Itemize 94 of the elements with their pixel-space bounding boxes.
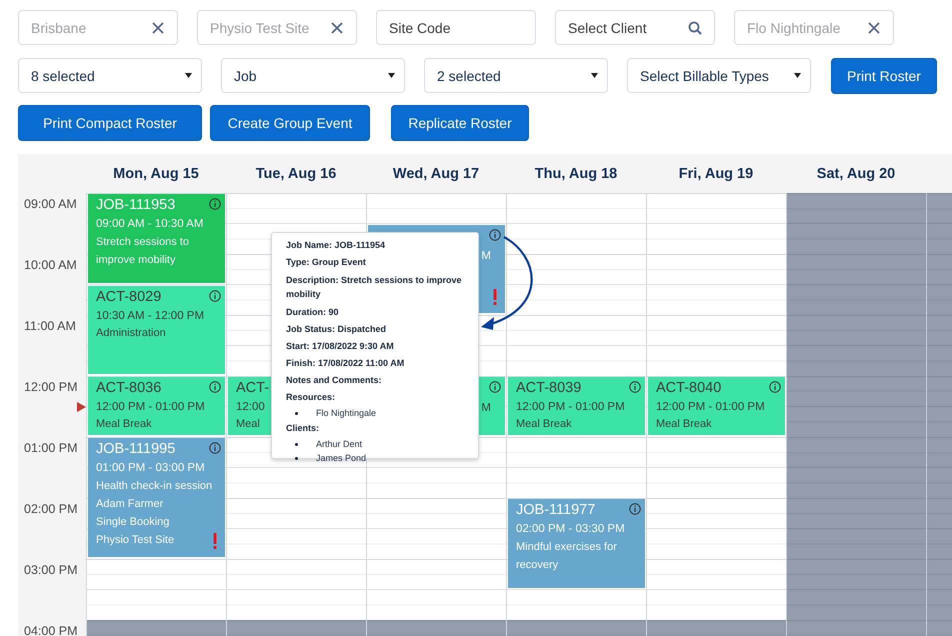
popover-text: Description: Stretch sessions to improve mobility xyxy=(286,274,463,301)
info-icon xyxy=(769,381,781,393)
time-label: 04:00 PM xyxy=(24,624,78,636)
time-label: 12:00 PM xyxy=(24,380,78,394)
event-title: ACT-8036 xyxy=(96,379,162,398)
popover-text: Job Status: Dispatched xyxy=(286,323,388,336)
event-time: 10:30 AM - 12:00 PM xyxy=(96,308,204,324)
event-time: M xyxy=(481,401,491,416)
info-icon xyxy=(209,381,221,393)
event-text: improve mobility xyxy=(96,253,176,268)
popover-list-item: James Pond xyxy=(316,453,366,463)
caret-icon xyxy=(388,73,395,78)
event-card[interactable]: ACT-8040 12:00 PM - 01:00 PM Meal Break xyxy=(648,377,785,435)
time-label: 02:00 PM xyxy=(24,502,78,516)
popover-heading: Resources: xyxy=(286,391,336,404)
event-text: Meal xyxy=(236,417,260,432)
day-heading: Tue, Aug 16 xyxy=(256,166,336,182)
event-text: Meal Break xyxy=(516,417,572,432)
event-text: recovery xyxy=(516,558,558,573)
day-heading: Mon, Aug 15 xyxy=(113,166,199,182)
print-roster-button[interactable]: Print Roster xyxy=(831,58,937,94)
event-time: 02:00 PM - 03:30 PM xyxy=(516,522,625,537)
event-time: M xyxy=(481,248,491,264)
event-card[interactable]: ACT-8039 12:00 PM - 01:00 PM Meal Break xyxy=(508,377,645,435)
event-text: Meal Break xyxy=(96,417,152,432)
alert-icon xyxy=(213,533,217,549)
search-icon xyxy=(688,20,702,34)
popover-text: Type: Group Event xyxy=(286,256,367,269)
bullet-icon xyxy=(295,442,298,446)
event-card[interactable]: ACT-8036 12:00 PM - 01:00 PM Meal Break xyxy=(88,377,225,435)
close-icon xyxy=(867,20,881,34)
event-text: Health check-in session xyxy=(96,479,212,494)
dropdown[interactable]: 8 selected xyxy=(18,58,202,93)
event-card[interactable]: ACT-8029 10:30 AM - 12:00 PM Administration xyxy=(88,286,225,374)
popover-text: Job Name: JOB-111954 xyxy=(286,239,386,252)
event-title: JOB-111995 xyxy=(96,440,176,459)
popover-text: Duration: 90 xyxy=(286,306,340,319)
event-text: Administration xyxy=(96,326,166,340)
event-text: Single Booking xyxy=(96,515,170,530)
time-label: 01:00 PM xyxy=(24,441,78,455)
popover-text: Notes and Comments: xyxy=(286,374,383,387)
bullet-icon xyxy=(295,412,298,414)
action-button[interactable]: Replicate Roster xyxy=(391,105,529,141)
info-icon xyxy=(209,290,221,302)
popover-list-item: Arthur Dent xyxy=(316,439,362,449)
event-title: JOB-111977 xyxy=(516,501,596,520)
popover-list-item: Flo Nightingale xyxy=(316,408,376,418)
info-icon xyxy=(489,381,501,393)
event-text: Mindful exercises for xyxy=(516,540,617,555)
time-label: 10:00 AM xyxy=(24,258,77,272)
search-field[interactable]: Select Client xyxy=(555,10,715,45)
caret-icon xyxy=(794,73,801,78)
event-text: Physio Test Site xyxy=(96,533,174,548)
info-icon xyxy=(629,381,641,393)
time-label: 11:00 AM xyxy=(24,319,76,333)
info-icon xyxy=(209,442,221,454)
day-heading: Fri, Aug 19 xyxy=(678,166,754,182)
time-label: 03:00 PM xyxy=(24,563,78,577)
event-title: ACT-8039 xyxy=(516,379,582,398)
dropdown[interactable]: Job xyxy=(221,58,405,93)
dropdown[interactable]: 2 selected xyxy=(424,58,608,93)
event-title: JOB-111953 xyxy=(96,196,176,215)
event-title: ACT-8040 xyxy=(656,379,722,398)
input-field[interactable]: Site Code xyxy=(376,10,536,45)
event-title: ACT- xyxy=(236,379,270,398)
popover-heading: Clients: xyxy=(286,422,320,435)
event-text: Meal Break xyxy=(656,417,712,432)
caret-icon xyxy=(185,73,192,78)
event-time: 01:00 PM - 03:00 PM xyxy=(96,461,205,476)
day-heading: Sat, Aug 20 xyxy=(816,166,896,182)
info-icon xyxy=(629,503,641,515)
day-heading: Wed, Aug 17 xyxy=(392,166,480,182)
event-time: 12:00 xyxy=(236,400,265,415)
event-time: 12:00 PM - 01:00 PM xyxy=(656,400,765,415)
event-time: 12:00 PM - 01:00 PM xyxy=(516,400,625,415)
time-label: 09:00 AM xyxy=(24,197,77,211)
event-time: 12:00 PM - 01:00 PM xyxy=(96,400,205,415)
bullet-icon xyxy=(295,456,298,460)
action-button[interactable]: Print Compact Roster xyxy=(18,105,202,141)
dropdown[interactable]: Select Billable Types xyxy=(627,58,811,93)
event-title: ACT-8029 xyxy=(96,288,162,306)
action-button[interactable]: Create Group Event xyxy=(210,105,370,141)
day-heading: Thu, Aug 18 xyxy=(534,166,618,182)
caret-icon xyxy=(591,73,598,78)
event-text: Adam Farmer xyxy=(96,497,164,512)
alert-icon xyxy=(493,289,497,305)
info-icon xyxy=(489,228,501,240)
close-icon xyxy=(330,20,344,34)
close-icon xyxy=(151,20,165,34)
popover-text: Start: 17/08/2022 9:30 AM xyxy=(286,340,395,353)
event-time: 09:00 AM - 10:30 AM xyxy=(96,217,204,232)
event-text: Stretch sessions to xyxy=(96,235,189,250)
info-icon xyxy=(209,198,221,210)
popover-text: Finish: 17/08/2022 11:00 AM xyxy=(286,357,406,370)
